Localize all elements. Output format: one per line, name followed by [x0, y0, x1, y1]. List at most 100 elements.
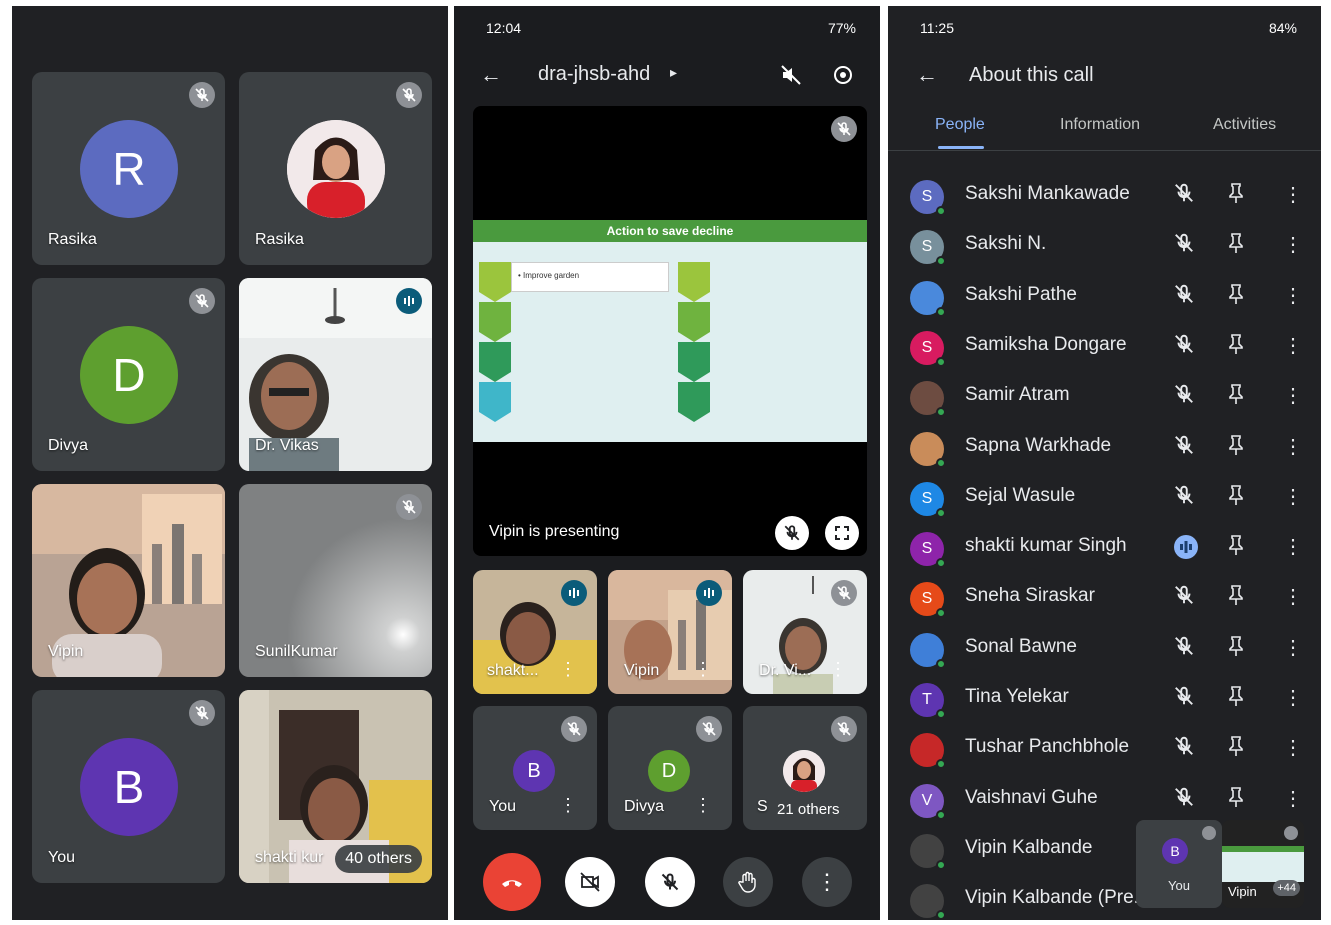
participant-row[interactable]: V Vaishnavi Guhe ⋮	[888, 772, 1321, 822]
pin-icon[interactable]	[1226, 735, 1246, 762]
mic-off-icon[interactable]	[1173, 182, 1195, 209]
more-options-icon[interactable]: ⋮	[1283, 735, 1303, 760]
participant-row[interactable]: Tushar Panchbhole ⋮	[888, 721, 1321, 771]
mic-off-icon[interactable]	[1173, 383, 1195, 410]
raise-hand-button[interactable]	[723, 857, 773, 907]
mic-off-icon[interactable]	[1173, 434, 1195, 461]
participant-name: You	[489, 798, 516, 815]
more-options-icon[interactable]: ⋮	[1283, 182, 1303, 207]
speaking-icon	[396, 288, 422, 314]
mic-off-button[interactable]	[645, 857, 695, 907]
tab-people[interactable]: People	[935, 116, 985, 134]
participant-row[interactable]: Sonal Bawne ⋮	[888, 621, 1321, 671]
presentation-stage[interactable]: Action to save decline • Improve garden …	[473, 106, 867, 556]
pin-icon[interactable]	[1226, 635, 1246, 662]
pin-icon[interactable]	[1226, 786, 1246, 813]
pip-count-badge[interactable]: +44	[1273, 880, 1300, 896]
mic-off-icon[interactable]	[1173, 735, 1195, 762]
mic-off-icon	[396, 494, 422, 520]
participant-tile[interactable]: S 21 others	[743, 706, 867, 830]
more-options-icon[interactable]: ⋮	[1283, 685, 1303, 710]
presenter-pip[interactable]: Vipin +44	[1222, 820, 1304, 908]
more-options-icon[interactable]: ⋮	[1283, 333, 1303, 358]
participant-tile[interactable]: Rasika	[239, 72, 432, 265]
participant-video-tile[interactable]: Dr. Vi... ⋮	[743, 570, 867, 694]
presenting-text: Vipin is presenting	[489, 523, 620, 540]
mic-off-icon[interactable]	[775, 516, 809, 550]
pin-icon[interactable]	[1226, 434, 1246, 461]
back-arrow-icon[interactable]: ←	[480, 62, 502, 88]
more-options-icon[interactable]: ⋮	[1283, 534, 1303, 559]
mic-off-icon[interactable]	[1173, 584, 1195, 611]
participant-row[interactable]: S Sneha Siraskar ⋮	[888, 570, 1321, 620]
more-options-icon[interactable]: ⋮	[694, 659, 712, 680]
more-options-icon[interactable]: ⋮	[559, 659, 577, 680]
pin-icon[interactable]	[1226, 685, 1246, 712]
more-options-icon[interactable]: ⋮	[694, 795, 712, 816]
participant-video-tile[interactable]: Dr. Vikas	[239, 278, 432, 471]
mic-off-icon[interactable]	[1173, 333, 1195, 360]
more-options-icon[interactable]: ⋮	[1283, 484, 1303, 509]
self-view-pip[interactable]: B You	[1136, 820, 1222, 908]
others-count-badge[interactable]: 40 others	[335, 845, 422, 873]
mic-off-icon[interactable]	[1173, 232, 1195, 259]
more-options-icon[interactable]: ⋮	[1283, 232, 1303, 257]
pin-icon[interactable]	[1226, 232, 1246, 259]
participant-row[interactable]: S Sakshi N. ⋮	[888, 218, 1321, 268]
tab-information[interactable]: Information	[1060, 116, 1140, 134]
mic-off-icon[interactable]	[1173, 283, 1195, 310]
more-options-icon[interactable]: ⋮	[1283, 283, 1303, 308]
others-count-badge[interactable]: 21 others	[769, 797, 848, 822]
mic-off-icon	[1202, 826, 1216, 840]
pin-icon[interactable]	[1226, 182, 1246, 209]
more-options-icon[interactable]: ⋮	[1283, 383, 1303, 408]
participant-video-tile[interactable]: shakti kur 40 others	[239, 690, 432, 883]
avatar: D	[648, 750, 690, 792]
more-options-icon[interactable]: ⋮	[829, 659, 847, 680]
participant-row[interactable]: T Tina Yelekar ⋮	[888, 671, 1321, 721]
participant-video-tile[interactable]: Vipin ⋮	[608, 570, 732, 694]
participant-video-tile[interactable]: Vipin	[32, 484, 225, 677]
participant-tile[interactable]: D Divya	[32, 278, 225, 471]
more-options-icon[interactable]: ⋮	[1283, 434, 1303, 459]
more-options-icon[interactable]: ⋮	[1283, 584, 1303, 609]
pin-icon[interactable]	[1226, 484, 1246, 511]
participant-tile[interactable]: R Rasika	[32, 72, 225, 265]
switch-camera-icon[interactable]	[832, 64, 854, 91]
mic-off-icon[interactable]	[1173, 635, 1195, 662]
hang-up-button[interactable]	[483, 853, 541, 911]
participant-video-tile[interactable]: shakt... ⋮	[473, 570, 597, 694]
participant-row[interactable]: S Sakshi Mankawade ⋮	[888, 168, 1321, 218]
mic-off-icon[interactable]	[1173, 484, 1195, 511]
participant-row[interactable]: S Samiksha Dongare ⋮	[888, 319, 1321, 369]
tab-activities[interactable]: Activities	[1213, 116, 1276, 134]
participant-row[interactable]: S Sejal Wasule ⋮	[888, 470, 1321, 520]
pin-icon[interactable]	[1226, 584, 1246, 611]
mic-off-icon[interactable]	[1173, 786, 1195, 813]
more-options-icon[interactable]: ⋮	[1283, 786, 1303, 811]
participant-video-tile[interactable]: SunilKumar	[239, 484, 432, 677]
mic-off-icon[interactable]	[1173, 685, 1195, 712]
more-options-button[interactable]: ⋮	[802, 857, 852, 907]
participant-tile[interactable]: B You ⋮	[473, 706, 597, 830]
meeting-code[interactable]: dra-jhsb-ahd	[538, 63, 650, 86]
speaking-icon[interactable]	[1173, 534, 1199, 565]
speaker-off-icon[interactable]	[780, 64, 802, 91]
participant-row[interactable]: Sapna Warkhade ⋮	[888, 420, 1321, 470]
fullscreen-icon[interactable]	[825, 516, 859, 550]
pin-icon[interactable]	[1226, 534, 1246, 561]
participant-tile[interactable]: B You	[32, 690, 225, 883]
status-bar: 12:04 77%	[486, 20, 856, 36]
pin-icon[interactable]	[1226, 283, 1246, 310]
participant-row[interactable]: Sshakti kumar Singh ⋮	[888, 520, 1321, 570]
pin-icon[interactable]	[1226, 383, 1246, 410]
camera-off-button[interactable]	[565, 857, 615, 907]
more-options-icon[interactable]: ⋮	[1283, 635, 1303, 660]
mic-off-icon	[189, 288, 215, 314]
participant-row[interactable]: Sakshi Pathe ⋮	[888, 269, 1321, 319]
pin-icon[interactable]	[1226, 333, 1246, 360]
back-arrow-icon[interactable]: ←	[916, 62, 938, 88]
participant-row[interactable]: Samir Atram ⋮	[888, 369, 1321, 419]
more-options-icon[interactable]: ⋮	[559, 795, 577, 816]
participant-tile[interactable]: D Divya ⋮	[608, 706, 732, 830]
